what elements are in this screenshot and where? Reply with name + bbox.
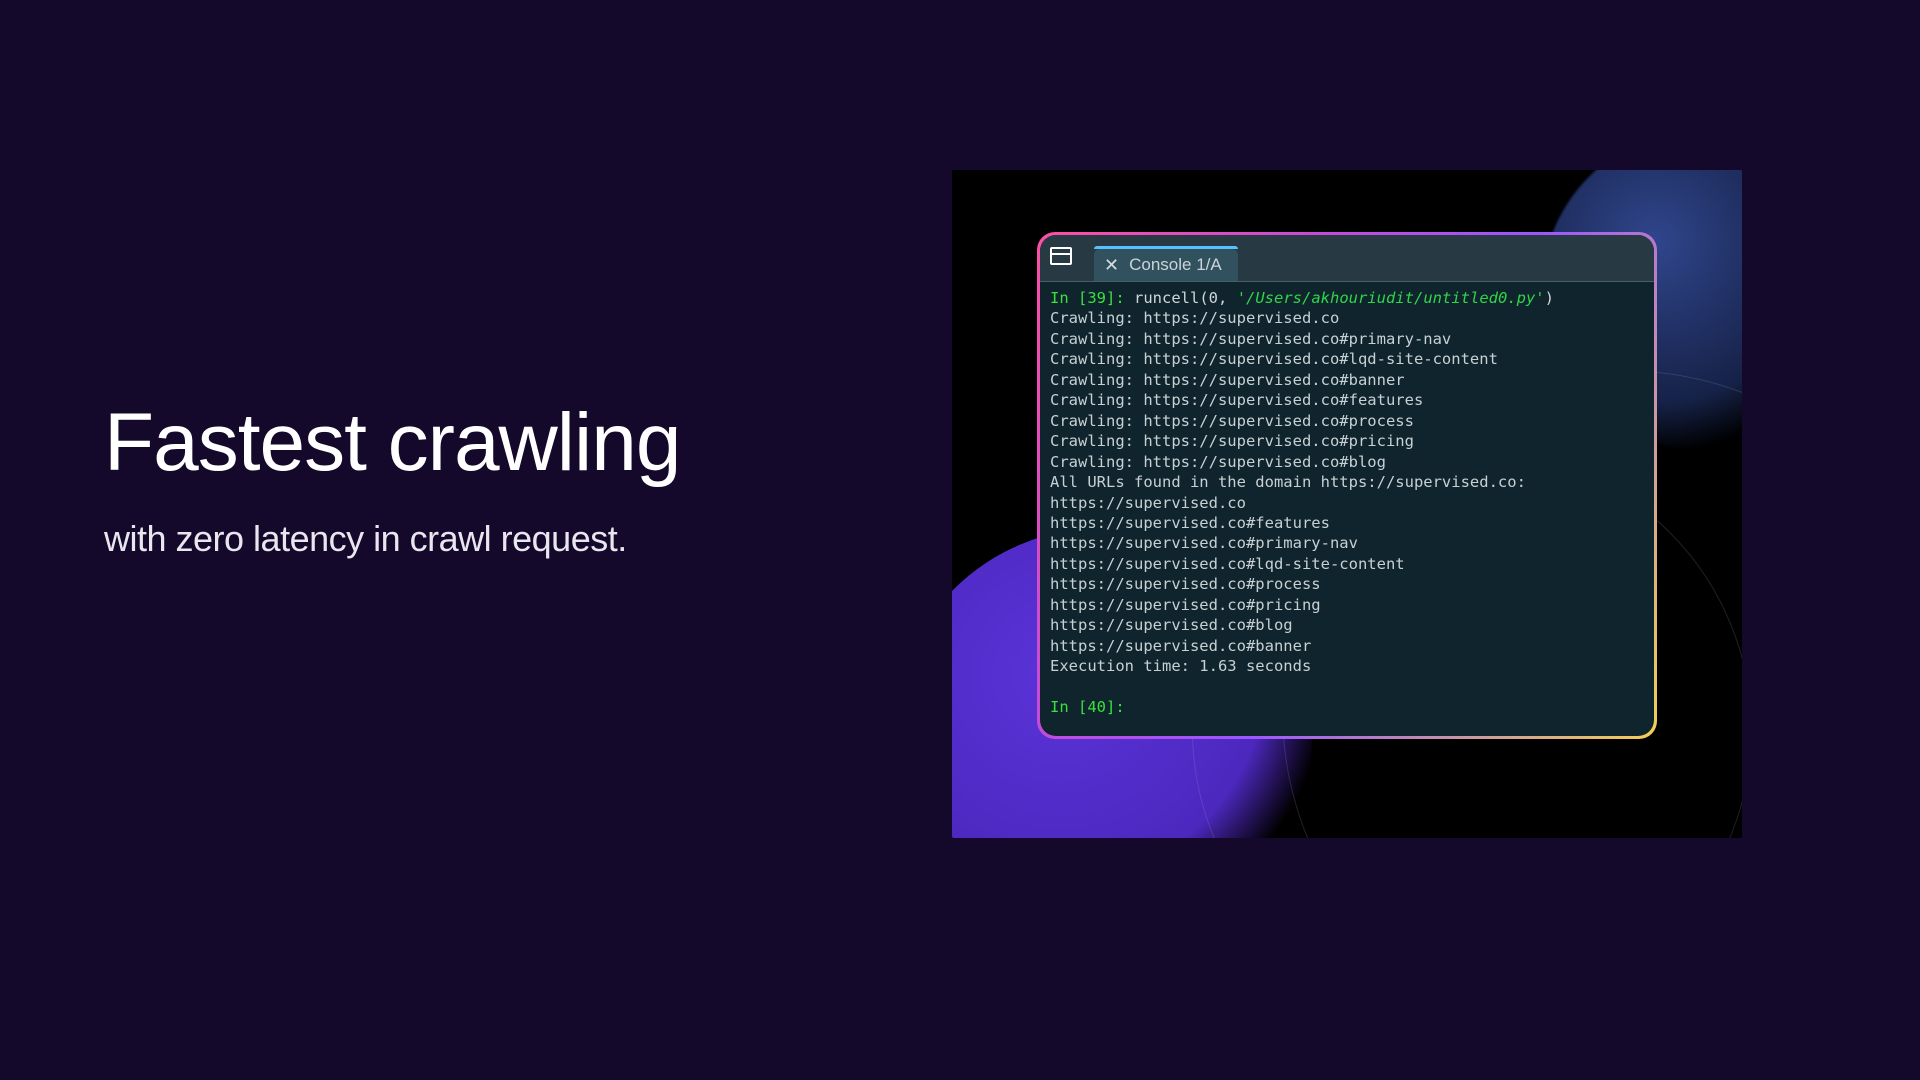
terminal-line: https://supervised.co bbox=[1050, 493, 1644, 513]
terminal-line: Crawling: https://supervised.co#primary-… bbox=[1050, 329, 1644, 349]
terminal-line: Crawling: https://supervised.co#lqd-site… bbox=[1050, 349, 1644, 369]
comma: , bbox=[1218, 289, 1237, 307]
terminal-line: Crawling: https://supervised.co#pricing bbox=[1050, 431, 1644, 451]
terminal-line: In [40]: bbox=[1050, 697, 1644, 717]
paren: ( bbox=[1199, 289, 1208, 307]
terminal-line: https://supervised.co#banner bbox=[1050, 636, 1644, 656]
screenshot-panel: ✕ Console 1/A In [39]: runcell(0, '/User… bbox=[952, 170, 1742, 838]
hero-headline: Fastest crawling bbox=[104, 400, 884, 486]
terminal-line: https://supervised.co#primary-nav bbox=[1050, 533, 1644, 553]
terminal-line: https://supervised.co#blog bbox=[1050, 615, 1644, 635]
new-pane-icon[interactable] bbox=[1050, 247, 1072, 265]
call-arg-path: '/Users/akhouriudit/untitled0.py' bbox=[1237, 289, 1545, 307]
call-fn: runcell bbox=[1134, 289, 1199, 307]
console-window-inner: ✕ Console 1/A In [39]: runcell(0, '/User… bbox=[1040, 235, 1654, 736]
terminal-line: https://supervised.co#pricing bbox=[1050, 595, 1644, 615]
terminal-line: In [39]: runcell(0, '/Users/akhouriudit/… bbox=[1050, 288, 1644, 308]
terminal-output[interactable]: In [39]: runcell(0, '/Users/akhouriudit/… bbox=[1040, 282, 1654, 736]
blank-line bbox=[1050, 677, 1644, 697]
console-tab[interactable]: ✕ Console 1/A bbox=[1094, 249, 1238, 281]
terminal-line: All URLs found in the domain https://sup… bbox=[1050, 472, 1644, 492]
prompt-in: In [39]: bbox=[1050, 289, 1125, 307]
terminal-line: Crawling: https://supervised.co#features bbox=[1050, 390, 1644, 410]
terminal-line: https://supervised.co#lqd-site-content bbox=[1050, 554, 1644, 574]
terminal-line: Crawling: https://supervised.co#banner bbox=[1050, 370, 1644, 390]
terminal-line: Crawling: https://supervised.co bbox=[1050, 308, 1644, 328]
close-icon[interactable]: ✕ bbox=[1104, 256, 1119, 274]
paren: ) bbox=[1545, 289, 1554, 307]
call-arg-num: 0 bbox=[1209, 289, 1218, 307]
prompt-in: In [40]: bbox=[1050, 698, 1125, 716]
hero-text-block: Fastest crawling with zero latency in cr… bbox=[104, 400, 884, 560]
terminal-line: Execution time: 1.63 seconds bbox=[1050, 656, 1644, 676]
terminal-line: Crawling: https://supervised.co#process bbox=[1050, 411, 1644, 431]
terminal-line: https://supervised.co#features bbox=[1050, 513, 1644, 533]
terminal-line: Crawling: https://supervised.co#blog bbox=[1050, 452, 1644, 472]
console-tabbar: ✕ Console 1/A bbox=[1040, 235, 1654, 281]
hero-subline: with zero latency in crawl request. bbox=[104, 518, 884, 560]
console-tab-label: Console 1/A bbox=[1129, 255, 1222, 275]
page-root: Fastest crawling with zero latency in cr… bbox=[0, 0, 1920, 1080]
terminal-line: https://supervised.co#process bbox=[1050, 574, 1644, 594]
console-window: ✕ Console 1/A In [39]: runcell(0, '/User… bbox=[1037, 232, 1657, 739]
